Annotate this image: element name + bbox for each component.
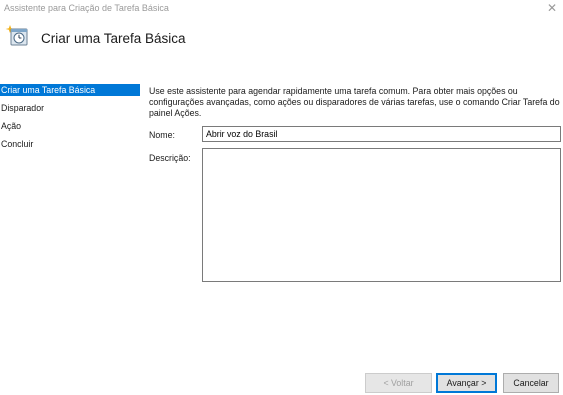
cancel-button[interactable]: Cancelar xyxy=(503,373,559,393)
window-title: Assistente para Criação de Tarefa Básica xyxy=(4,3,169,13)
wizard-heading: Criar uma Tarefa Básica xyxy=(41,31,186,46)
description-label: Descrição: xyxy=(149,153,191,163)
wizard-steps-nav: Criar uma Tarefa Básica Disparador Ação … xyxy=(0,84,140,156)
name-label: Nome: xyxy=(149,130,175,140)
scheduled-task-clock-icon xyxy=(5,24,29,48)
close-icon[interactable]: ✕ xyxy=(543,0,561,16)
nav-step-trigger[interactable]: Disparador xyxy=(0,102,140,114)
nav-step-action[interactable]: Ação xyxy=(0,120,140,132)
title-bar[interactable]: Assistente para Criação de Tarefa Básica… xyxy=(0,0,563,18)
next-button[interactable]: Avançar > xyxy=(436,373,497,393)
description-textarea[interactable] xyxy=(202,148,561,282)
back-button[interactable]: < Voltar xyxy=(365,373,432,393)
basic-task-wizard-window: Assistente para Criação de Tarefa Básica… xyxy=(0,0,563,395)
nav-step-create-basic-task[interactable]: Criar uma Tarefa Básica xyxy=(0,84,140,96)
name-input[interactable]: Abrir voz do Brasil xyxy=(202,126,561,142)
wizard-intro-text: Use este assistente para agendar rapidam… xyxy=(149,86,560,118)
nav-step-finish[interactable]: Concluir xyxy=(0,138,140,150)
